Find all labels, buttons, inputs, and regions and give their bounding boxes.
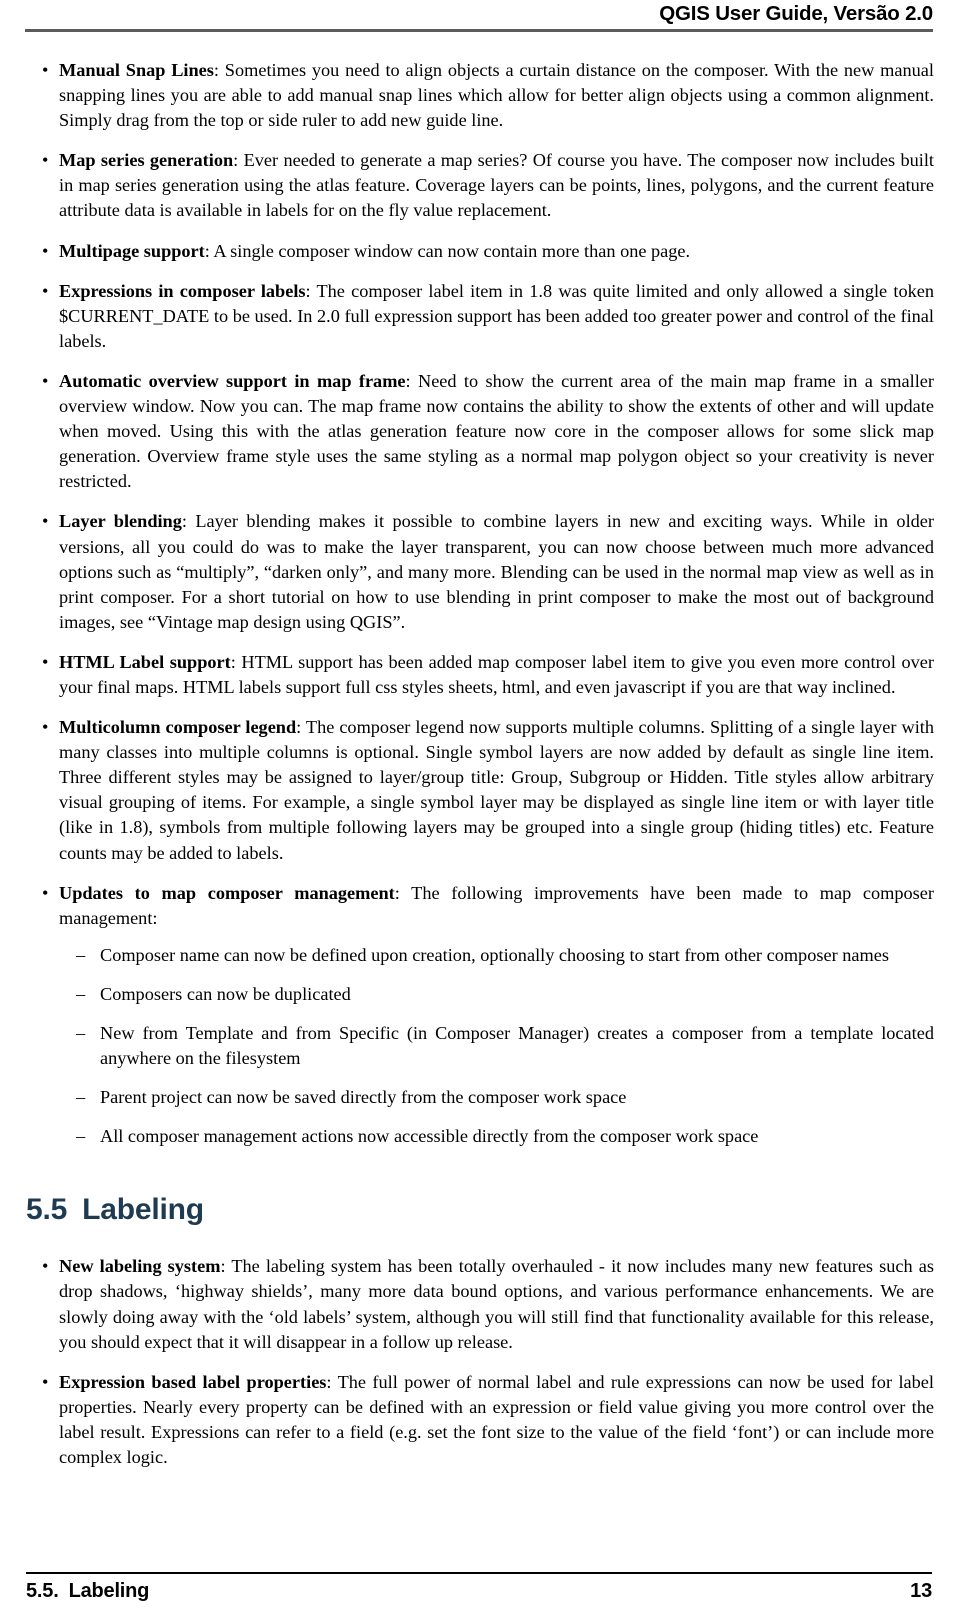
list-item: • Manual Snap Lines: Sometimes you need … [26,58,934,133]
list-item-term: Expression based label properties [59,1371,327,1392]
bullet-icon: • [42,511,49,532]
list-item-text: : The composer legend now supports multi… [59,717,935,863]
list-item: • New labeling system: The labeling syst… [26,1254,934,1354]
list-item-body: Multipage support: A single composer win… [59,239,934,264]
sub-list-item: – New from Template and from Specific (i… [59,1021,934,1071]
bullet-icon: • [42,717,49,738]
list-item-term: Manual Snap Lines [59,60,214,80]
sub-list-item-text: Composers can now be duplicated [100,983,351,1004]
list-item-body: HTML Label support: HTML support has bee… [59,650,934,700]
bullet-icon: • [42,651,49,672]
bullet-icon: • [42,370,49,391]
section-title: Labeling [82,1193,204,1227]
page-content: • Manual Snap Lines: Sometimes you need … [26,58,934,1485]
footer-section-number: 5.5. [26,1580,59,1602]
list-item: • Multicolumn composer legend: The compo… [26,715,934,866]
list-item: • Expressions in composer labels: The co… [26,279,934,354]
sub-list-item: – Composers can now be duplicated [59,982,934,1007]
list-item-term: Map series generation [59,150,234,171]
dash-icon: – [76,1023,86,1043]
list-item-text: : A single composer window can now conta… [204,240,691,261]
list-item-term: Automatic overview support in map frame [59,370,406,391]
dash-icon: – [76,1087,86,1108]
list-item: • Map series generation: Ever needed to … [26,148,934,223]
list-item-body: Automatic overview support in map frame:… [59,369,934,494]
bullet-icon: • [42,240,49,261]
sub-list-item-text: All composer management actions now acce… [100,1126,759,1147]
footer-divider [26,1571,932,1574]
document-page: QGIS User Guide, Versão 2.0 • Manual Sna… [0,0,960,1619]
list-item-term: New labeling system [59,1256,221,1277]
list-item: • Layer blending: Layer blending makes i… [26,509,934,634]
section-number: 5.5 [26,1193,68,1227]
bullet-icon: • [42,1256,49,1277]
dash-icon: – [76,944,86,965]
list-item-term: Expressions in composer labels [59,280,306,301]
page-number: 13 [910,1580,932,1602]
sub-list-item-text: Composer name can now be defined upon cr… [100,944,889,965]
sub-list-item: – Parent project can now be saved direct… [59,1085,934,1110]
management-sublist: – Composer name can now be defined upon … [59,943,934,1150]
dash-icon: – [76,983,86,1004]
bullet-icon: • [42,60,49,80]
bullet-icon: • [42,150,49,171]
list-item-body: New labeling system: The labeling system… [59,1254,934,1354]
list-item-term: Multicolumn composer legend [59,717,297,738]
sub-list-item: – Composer name can now be defined upon … [59,943,934,968]
list-item-body: Manual Snap Lines: Sometimes you need to… [59,58,934,133]
list-item: • HTML Label support: HTML support has b… [26,650,934,700]
bullet-icon: • [42,882,49,903]
page-footer: 5.5. Labeling 13 [26,1571,932,1604]
list-item-body: Expression based label properties: The f… [59,1370,934,1470]
list-item-text: : Layer blending makes it possible to co… [59,511,934,632]
dash-icon: – [76,1126,86,1147]
list-item-body: Layer blending: Layer blending makes it … [59,509,934,634]
list-item: • Multipage support: A single composer w… [26,239,934,264]
header-divider [25,29,933,32]
sub-list-item-text: Parent project can now be saved directly… [100,1087,627,1108]
list-item: • Automatic overview support in map fram… [26,369,934,494]
sub-list-item: – All composer management actions now ac… [59,1124,934,1149]
bullet-icon: • [42,280,49,301]
list-item-term: Updates to map composer management [59,882,395,903]
footer-row: 5.5. Labeling 13 [26,1580,932,1603]
header-title: QGIS User Guide, Versão 2.0 [659,2,933,25]
labeling-features-list: • New labeling system: The labeling syst… [26,1254,934,1470]
list-item: • Expression based label properties: The… [26,1370,934,1470]
bullet-icon: • [42,1371,49,1392]
list-item-body: Map series generation: Ever needed to ge… [59,148,934,223]
list-item-term: Layer blending [59,511,182,532]
composer-features-list: • Manual Snap Lines: Sometimes you need … [26,58,934,1149]
list-item-term: Multipage support [59,240,205,261]
list-item-with-sublist: • Updates to map composer management: Th… [26,881,934,1150]
list-item-body: Multicolumn composer legend: The compose… [59,715,934,866]
footer-section-title: Labeling [68,1580,150,1602]
page-header: QGIS User Guide, Versão 2.0 [25,0,933,32]
list-item-body: Updates to map composer management: The … [59,881,934,931]
sub-list-item-text: New from Template and from Specific (in … [100,1023,934,1069]
list-item-term: HTML Label support [59,651,231,672]
section-heading: 5.5 Labeling [26,1193,934,1227]
footer-section-label: 5.5. Labeling [26,1580,149,1603]
list-item-body: Expressions in composer labels: The comp… [59,279,934,354]
